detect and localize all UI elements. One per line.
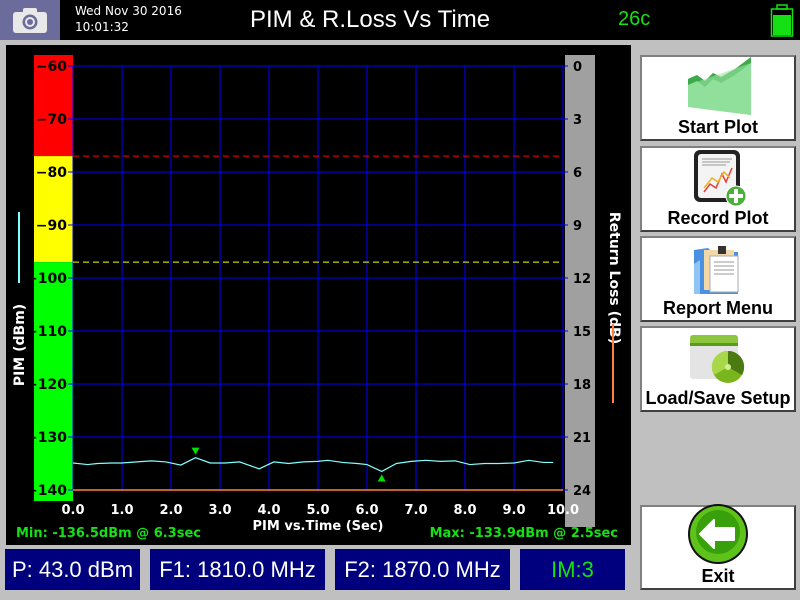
x-axis-label: PIM vs.Time (Sec) (253, 519, 384, 534)
y2-tick-label: 12 (573, 272, 591, 287)
pim-chart[interactable]: −60 −70 −80 −90 −100 −110 −120 −130 −140 0 3 6 9 12 1… (6, 45, 631, 545)
y-tick-label: −80 (36, 165, 67, 181)
x-tick-label: 3.0 (208, 503, 231, 518)
y-tick-label: −140 (26, 483, 67, 499)
exit-button[interactable]: Exit (640, 504, 796, 590)
x-tick-label: 6.0 (355, 503, 378, 518)
screenshot-button[interactable] (0, 0, 60, 40)
im-order-readout[interactable]: IM:3 (520, 549, 625, 590)
report-menu-icon (694, 246, 739, 294)
x-tick-label: 7.0 (404, 503, 427, 518)
pim-trace (72, 457, 554, 473)
f1-readout[interactable]: F1: 1810.0 MHz (150, 549, 325, 590)
top-bar: Wed Nov 30 2016 10:01:32 PIM & R.Loss Vs… (0, 0, 800, 40)
y2-tick-label: 15 (573, 325, 591, 340)
x-tick-label: 9.0 (502, 503, 525, 518)
start-plot-icon (688, 57, 751, 115)
y2-tick-label: 3 (573, 113, 582, 128)
y-tick-label: −120 (26, 377, 67, 393)
min-marker (377, 474, 386, 482)
y-tick-label: −110 (26, 324, 67, 340)
exit-label: Exit (701, 566, 735, 586)
temperature-readout: 26c (618, 8, 651, 30)
record-plot-label: Record Plot (667, 208, 769, 228)
y-tick-label: −90 (36, 218, 67, 234)
chart-panel: −60 −70 −80 −90 −100 −110 −120 −130 −140 0 3 6 9 12 1… (6, 45, 631, 545)
power-text: P: 43.0 dBm (11, 556, 134, 582)
y-tick-label: −60 (36, 59, 67, 75)
record-plot-icon (694, 150, 747, 207)
x-tick-label: 5.0 (306, 503, 329, 518)
datetime: Wed Nov 30 2016 10:01:32 (75, 3, 182, 35)
max-marker (191, 447, 200, 455)
time-text: 10:01:32 (75, 20, 129, 34)
power-readout[interactable]: P: 43.0 dBm (5, 549, 140, 590)
report-menu-label: Report Menu (663, 298, 773, 318)
x-tick-label: 2.0 (159, 503, 182, 518)
y2-tick-label: 9 (573, 219, 582, 234)
exit-arrow-icon (688, 504, 748, 564)
f1-text: F1: 1810.0 MHz (159, 556, 316, 582)
battery-full-icon (770, 4, 794, 37)
camera-icon (13, 8, 47, 33)
page-title: PIM & R.Loss Vs Time (250, 6, 491, 33)
load-save-setup-label: Load/Save Setup (645, 388, 791, 408)
y-tick-label: −130 (26, 430, 67, 446)
f2-text: F2: 1870.0 MHz (344, 556, 501, 582)
y2-tick-label: 21 (573, 431, 591, 446)
y2-tick-label: 6 (573, 166, 582, 181)
x-tick-label: 10.0 (547, 503, 579, 518)
start-plot-button[interactable]: Start Plot (640, 55, 796, 141)
load-save-setup-button[interactable]: Load/Save Setup (640, 326, 796, 412)
x-tick-label: 8.0 (453, 503, 476, 518)
date-text: Wed Nov 30 2016 (75, 4, 182, 18)
start-plot-label: Start Plot (677, 117, 758, 137)
min-readout: Min: -136.5dBm @ 6.3sec (16, 526, 201, 541)
y-tick-label: −100 (26, 271, 67, 287)
x-tick-label: 0.0 (61, 503, 84, 518)
y2-tick-label: 18 (573, 378, 591, 393)
y2-tick-label: 0 (573, 60, 582, 75)
report-menu-button[interactable]: Report Menu (640, 236, 796, 322)
y-tick-label: −70 (36, 112, 67, 128)
x-tick-label: 4.0 (257, 503, 280, 518)
load-save-icon (690, 335, 745, 383)
f2-readout[interactable]: F2: 1870.0 MHz (335, 549, 510, 590)
y2-tick-label: 24 (573, 484, 591, 499)
max-readout: Max: -133.9dBm @ 2.5sec (430, 526, 618, 541)
left-axis-label: PIM (dBm) (12, 304, 28, 386)
x-tick-label: 1.0 (110, 503, 133, 518)
im-text: IM:3 (551, 556, 594, 582)
record-plot-button[interactable]: Record Plot (640, 146, 796, 232)
